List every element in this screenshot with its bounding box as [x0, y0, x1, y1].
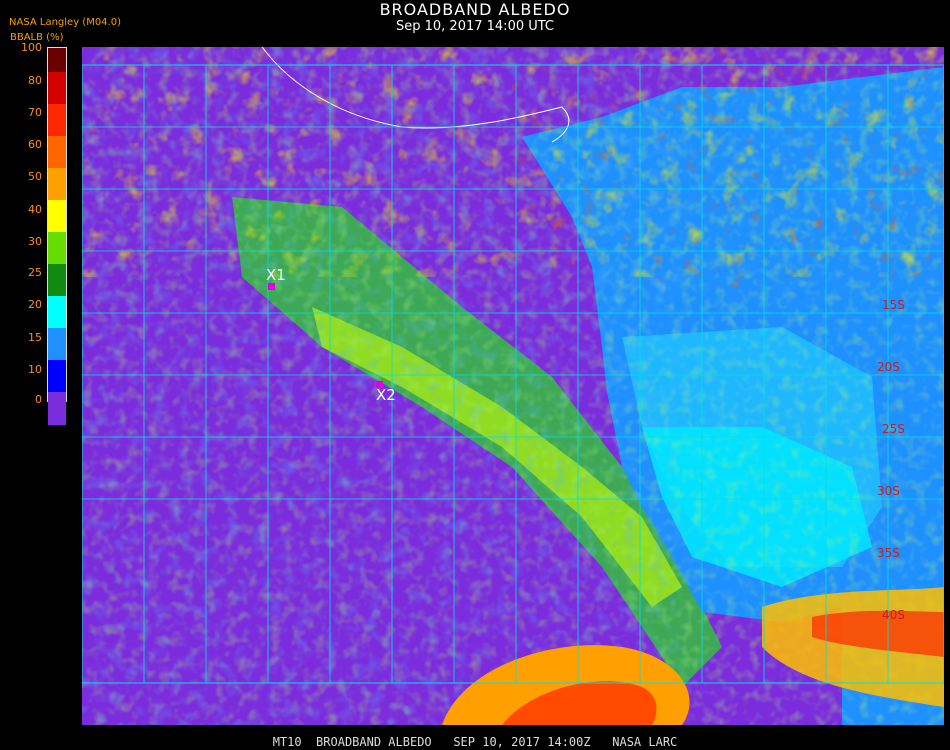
legend-tick-label: 20 [28, 298, 42, 311]
legend-swatch [48, 392, 66, 425]
marker-x1-label: X1 [266, 266, 286, 284]
legend-swatch [48, 168, 66, 200]
source-label: NASA Langley (M04.0) [9, 17, 121, 28]
marker-x1-dot [268, 283, 275, 290]
latitude-label: 35S [877, 546, 900, 560]
latitude-label: 25S [882, 422, 905, 436]
marker-x2-label: X2 [376, 386, 396, 404]
color-legend [47, 47, 67, 425]
legend-tick-label: 10 [28, 363, 42, 376]
legend-swatch [48, 328, 66, 360]
legend-swatch [48, 48, 66, 72]
legend-swatch [48, 264, 66, 296]
legend-swatch [48, 136, 66, 168]
latitude-label: 30S [877, 484, 900, 498]
legend-tick-label: 70 [28, 106, 42, 119]
legend-tick-label: 50 [28, 170, 42, 183]
legend-swatch [48, 104, 66, 136]
legend-tick-label: 100 [21, 41, 42, 54]
legend-tick-label: 40 [28, 203, 42, 216]
map-subtitle: Sep 10, 2017 14:00 UTC [395, 19, 555, 34]
legend-swatch [48, 72, 66, 104]
latitude-label: 15S [882, 298, 905, 312]
legend-tick-label: 60 [28, 138, 42, 151]
map-title: BROADBAND ALBEDO [379, 0, 571, 19]
legend-swatch [48, 200, 66, 232]
footer-caption: MT10 BROADBAND ALBEDO SEP 10, 2017 14:00… [272, 735, 678, 749]
legend-tick-label: 80 [28, 74, 42, 87]
legend-swatch [48, 232, 66, 264]
albedo-map: 15S 20S 25S 30S 35S 40S [82, 47, 944, 725]
legend-swatch [48, 296, 66, 328]
legend-tick-label: 25 [28, 266, 42, 279]
latitude-label: 40S [882, 608, 905, 622]
legend-tick-label: 0 [35, 393, 42, 406]
legend-tick-label: 15 [28, 331, 42, 344]
legend-swatch [48, 360, 66, 392]
legend-tick-label: 30 [28, 235, 42, 248]
title-block: BROADBAND ALBEDO Sep 10, 2017 14:00 UTC [0, 0, 950, 35]
latitude-label: 20S [877, 360, 900, 374]
